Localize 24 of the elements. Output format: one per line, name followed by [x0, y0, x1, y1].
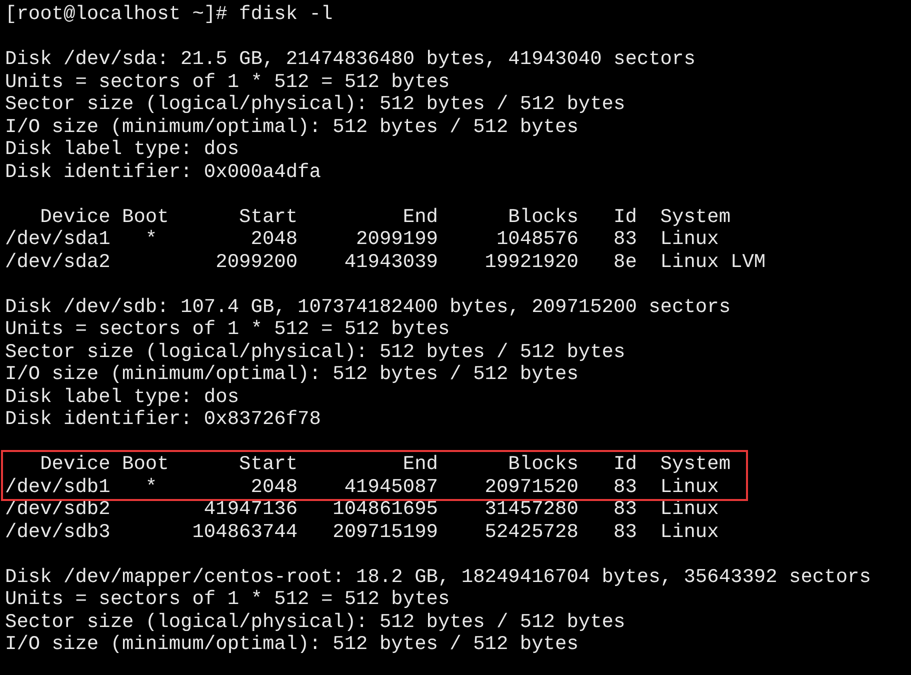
disk-info-line: Disk /dev/mapper/centos-root: 18.2 GB, 18249416704 bytes, 35643392 sectors [5, 566, 871, 588]
disk-info-line: Sector size (logical/physical): 512 bytes / 512 bytes [5, 610, 626, 633]
partition-row: /dev/sdb1 * 2048 41945087 20971520 83 Linux [5, 476, 719, 498]
partition-row: /dev/sdb3 104863744 209715199 52425728 83 Linux [5, 520, 719, 543]
disk-info-line: I/O size (minimum/optimal): 512 bytes / 512 bytes [5, 363, 578, 386]
disk-info-line: Disk identifier: 0x000a4dfa [5, 160, 321, 183]
disk-info-line: I/O size (minimum/optimal): 512 bytes / 512 bytes [5, 633, 578, 656]
partition-row: /dev/sda1 * 2048 2099199 1048576 83 Linux [5, 228, 719, 250]
command-prompt: [root@localhost ~]# fdisk -l [5, 3, 333, 26]
partition-row: /dev/sda2 2099200 41943039 19921920 8e Linux LVM [5, 250, 766, 273]
disk-info-line: Units = sectors of 1 * 512 = 512 bytes [5, 588, 450, 610]
disk-info-line: Disk label type: dos [5, 386, 240, 408]
disk-info-line: Disk /dev/sdb: 107.4 GB, 107374182400 bytes, 209715200 sectors [5, 296, 731, 318]
disk-info-line: Units = sectors of 1 * 512 = 512 bytes [5, 318, 450, 340]
disk-info-line: Sector size (logical/physical): 512 bytes / 512 bytes [5, 340, 626, 363]
partition-row: /dev/sdb2 41947136 104861695 31457280 83 Linux [5, 498, 719, 520]
partition-table-header: Device Boot Start End Blocks Id System [39, 453, 731, 476]
disk-info-line: Disk /dev/sda: 21.5 GB, 21474836480 bytes, 41943040 sectors [5, 48, 696, 70]
disk-info-line: Units = sectors of 1 * 512 = 512 bytes [5, 70, 450, 93]
partition-table-header: Device Boot Start End Blocks Id System [39, 206, 731, 228]
disk-info-line: Disk label type: dos [5, 138, 240, 160]
disk-info-line: Disk identifier: 0x83726f78 [5, 408, 321, 430]
disk-info-line: Sector size (logical/physical): 512 bytes / 512 bytes [5, 93, 626, 116]
disk-info-line: I/O size (minimum/optimal): 512 bytes / 512 bytes [5, 116, 578, 138]
